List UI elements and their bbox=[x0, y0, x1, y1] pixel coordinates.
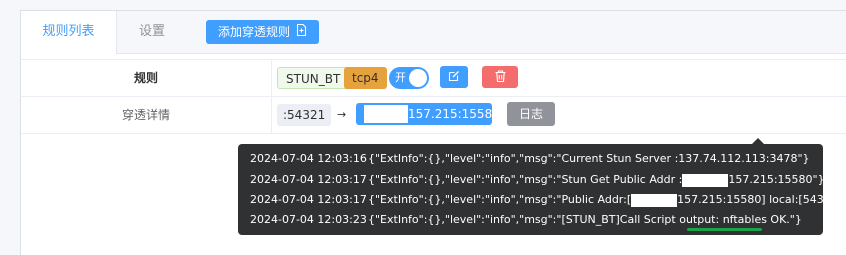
tooltip-arrow bbox=[752, 138, 764, 144]
log-line: 2024-07-04 12:03:16{"ExtInfo":{},"level"… bbox=[250, 152, 810, 166]
tab-bar: 规则列表 设置 添加穿透规则 bbox=[21, 11, 846, 54]
log-timestamp: 2024-07-04 12:03:23 bbox=[250, 213, 367, 226]
rule-enable-switch[interactable]: 开 bbox=[389, 67, 429, 89]
log-message-tail: 157.215:15580"} bbox=[728, 173, 825, 186]
tab-rule-list[interactable]: 规则列表 bbox=[21, 11, 117, 54]
log-message-tail: 157.215:15580] local:[54321]"} bbox=[677, 193, 846, 206]
switch-label: 开 bbox=[395, 71, 406, 84]
log-message: {"ExtInfo":{},"level":"info","msg":"Publ… bbox=[368, 193, 632, 206]
log-message: {"ExtInfo":{},"level":"info","msg":"Curr… bbox=[368, 152, 810, 165]
trash-icon bbox=[495, 69, 506, 85]
log-message: {"ExtInfo":{},"level":"info","msg":"Stun… bbox=[368, 173, 683, 186]
table-row-detail: 穿透详情 :54321 → 157.215:15580 日志 bbox=[21, 97, 846, 134]
log-line: 2024-07-04 12:03:23{"ExtInfo":{},"level"… bbox=[250, 213, 802, 227]
rule-name-tag: STUN_BT bbox=[277, 67, 350, 89]
log-timestamp: 2024-07-04 12:03:16 bbox=[250, 152, 367, 165]
rule-label: 规则 bbox=[21, 60, 272, 96]
delete-rule-button[interactable] bbox=[482, 66, 518, 88]
detail-label: 穿透详情 bbox=[21, 97, 272, 133]
edit-icon bbox=[448, 70, 460, 85]
log-tooltip: 2024-07-04 12:03:16{"ExtInfo":{},"level"… bbox=[238, 138, 846, 235]
document-add-icon bbox=[296, 20, 307, 44]
public-addr-text: 157.215:15580 bbox=[408, 107, 500, 121]
switch-knob bbox=[409, 69, 427, 87]
log-timestamp: 2024-07-04 12:03:17 bbox=[250, 193, 367, 206]
log-message: {"ExtInfo":{},"level":"info","msg":"[STU… bbox=[368, 213, 802, 226]
redaction-mask bbox=[682, 173, 729, 187]
log-timestamp: 2024-07-04 12:03:17 bbox=[250, 173, 367, 186]
tab-settings[interactable]: 设置 bbox=[117, 11, 187, 53]
log-button[interactable]: 日志 bbox=[507, 102, 555, 126]
public-addr-tag: 157.215:15580 bbox=[356, 103, 500, 125]
add-rule-button[interactable]: 添加穿透规则 bbox=[206, 20, 320, 44]
highlight-underline bbox=[687, 228, 762, 231]
redaction-mask bbox=[364, 105, 408, 123]
log-line: 2024-07-04 12:03:17{"ExtInfo":{},"level"… bbox=[250, 193, 846, 207]
edit-rule-button[interactable] bbox=[440, 66, 468, 88]
add-rule-label: 添加穿透规则 bbox=[218, 25, 291, 39]
local-port-tag: :54321 bbox=[277, 104, 332, 126]
table-row-rule: 规则 STUN_BT tcp4 开 bbox=[21, 59, 846, 97]
log-line: 2024-07-04 12:03:17{"ExtInfo":{},"level"… bbox=[250, 173, 825, 187]
protocol-tag: tcp4 bbox=[344, 67, 387, 89]
arrow-right-icon: → bbox=[337, 108, 347, 121]
redaction-mask bbox=[631, 193, 678, 207]
